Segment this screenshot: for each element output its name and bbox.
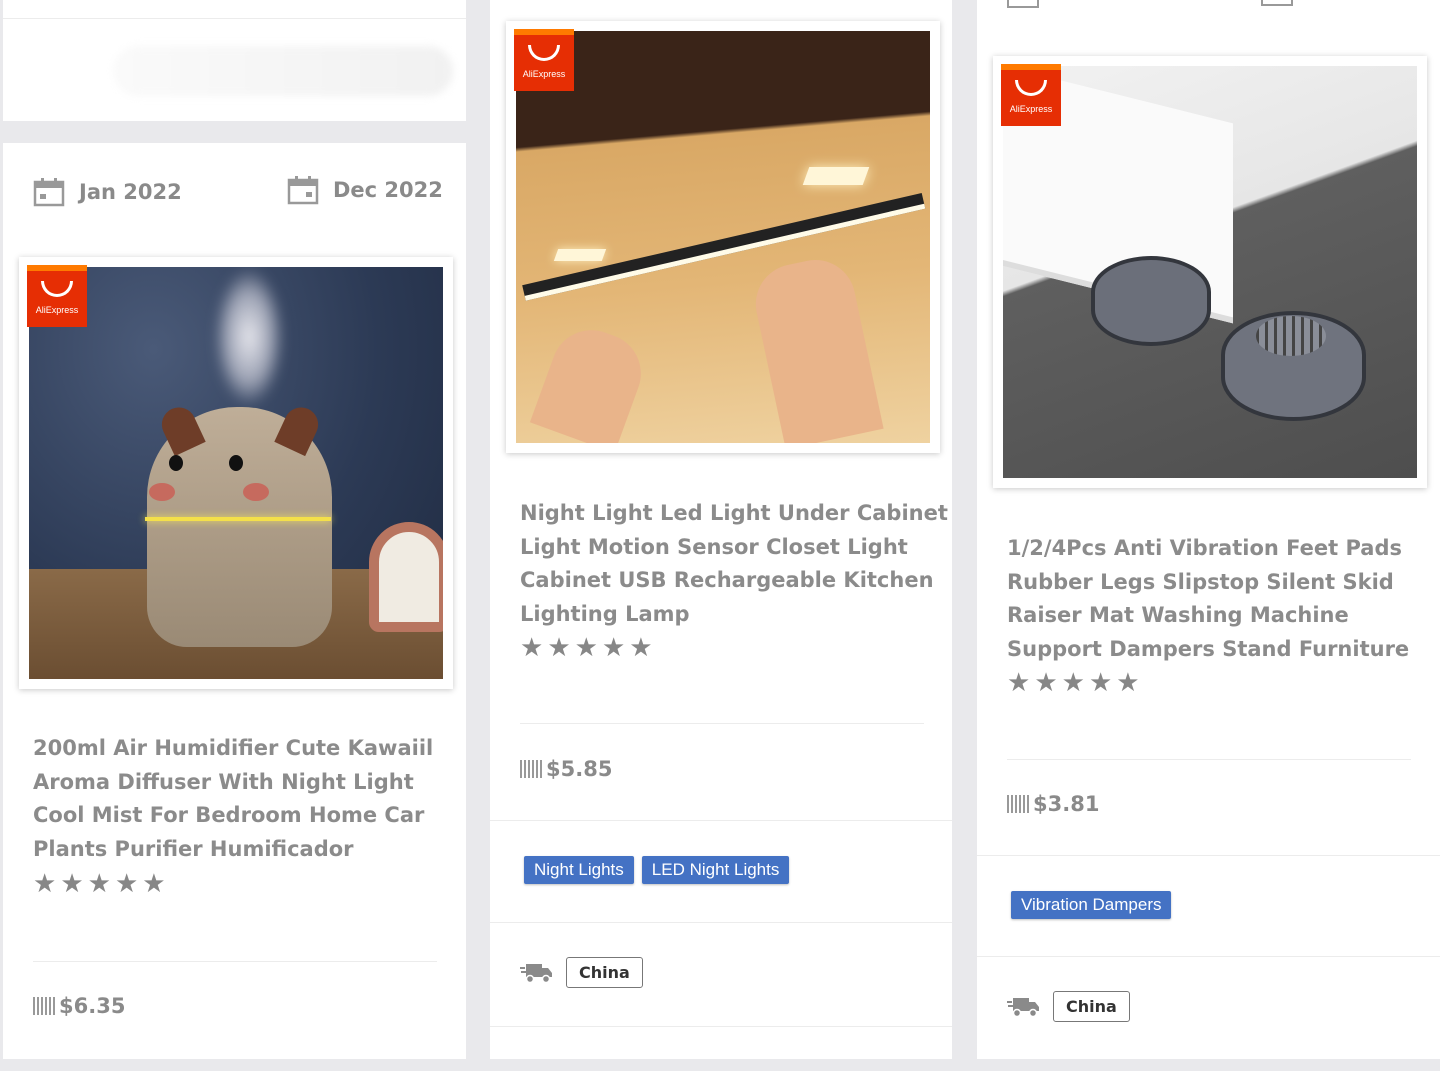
product-title[interactable]: Night Light Led Light Under Cabinet Ligh… bbox=[520, 497, 948, 631]
blurred-action-bar bbox=[113, 46, 453, 96]
partial-calendar-icons bbox=[1261, 0, 1293, 6]
star-icon: ★ bbox=[520, 633, 544, 663]
product-image[interactable]: AliExpress bbox=[993, 56, 1427, 488]
shipping-origin: China bbox=[1007, 991, 1130, 1022]
product-title[interactable]: 200ml Air Humidifier Cute Kawaiil Aroma … bbox=[33, 732, 433, 866]
barcode-icon bbox=[520, 760, 542, 778]
product-card-3[interactable]: AliExpress 1/2/4Pcs Anti Vibration Feet … bbox=[977, 0, 1440, 1059]
barcode-icon bbox=[1007, 795, 1029, 813]
star-icon: ★ bbox=[60, 869, 84, 899]
product-title[interactable]: 1/2/4Pcs Anti Vibration Feet Pads Rubber… bbox=[1007, 532, 1409, 666]
star-icon: ★ bbox=[1034, 668, 1058, 698]
star-icon: ★ bbox=[1061, 668, 1085, 698]
aliexpress-logo: AliExpress bbox=[1001, 64, 1061, 126]
product-card-1[interactable]: Jan 2022 Dec 2022 AliExpress 200ml Air H… bbox=[3, 143, 466, 1059]
category-tags: Night Lights LED Night Lights bbox=[524, 856, 790, 884]
product-card-2[interactable]: AliExpress Night Light Led Light Under C… bbox=[490, 0, 952, 1059]
partial-calendar-icons bbox=[1007, 0, 1039, 8]
end-date: Dec 2022 bbox=[287, 175, 443, 205]
star-icon: ★ bbox=[1088, 668, 1113, 698]
calendar-icon bbox=[287, 176, 319, 205]
country-badge: China bbox=[1053, 991, 1130, 1022]
star-icon: ★ bbox=[87, 869, 111, 899]
star-icon: ★ bbox=[142, 869, 166, 899]
star-icon: ★ bbox=[601, 633, 626, 663]
star-icon: ★ bbox=[33, 869, 57, 899]
product-image[interactable]: AliExpress bbox=[19, 257, 453, 689]
rating-stars: ★ ★ ★ ★ ★ bbox=[33, 871, 166, 897]
star-icon: ★ bbox=[547, 633, 571, 663]
barcode-icon bbox=[33, 997, 55, 1015]
truck-icon bbox=[520, 963, 552, 983]
rating-stars: ★ ★ ★ ★ ★ bbox=[520, 635, 653, 661]
end-date-label: Dec 2022 bbox=[333, 178, 443, 202]
calendar-icon bbox=[33, 178, 65, 207]
country-badge: China bbox=[566, 957, 643, 988]
star-icon: ★ bbox=[574, 633, 598, 663]
tag-night-lights[interactable]: Night Lights bbox=[524, 856, 634, 884]
aliexpress-logo: AliExpress bbox=[27, 265, 87, 327]
product-price: $5.85 bbox=[520, 757, 612, 781]
star-icon: ★ bbox=[1116, 668, 1140, 698]
star-icon: ★ bbox=[114, 869, 139, 899]
aliexpress-logo: AliExpress bbox=[514, 29, 574, 91]
star-icon: ★ bbox=[629, 633, 653, 663]
shipping-origin: China bbox=[520, 957, 643, 988]
truck-icon bbox=[1007, 997, 1039, 1017]
tag-vibration-dampers[interactable]: Vibration Dampers bbox=[1011, 891, 1172, 919]
product-price: $6.35 bbox=[33, 994, 125, 1018]
start-date-label: Jan 2022 bbox=[79, 180, 182, 204]
star-icon: ★ bbox=[1007, 668, 1031, 698]
product-image[interactable]: AliExpress bbox=[506, 21, 940, 453]
product-price: $3.81 bbox=[1007, 792, 1099, 816]
card-top-remnant bbox=[3, 0, 466, 121]
start-date: Jan 2022 bbox=[33, 177, 182, 207]
tag-led-night-lights[interactable]: LED Night Lights bbox=[641, 856, 790, 884]
rating-stars: ★ ★ ★ ★ ★ bbox=[1007, 670, 1140, 696]
category-tags: Vibration Dampers bbox=[1011, 891, 1172, 919]
